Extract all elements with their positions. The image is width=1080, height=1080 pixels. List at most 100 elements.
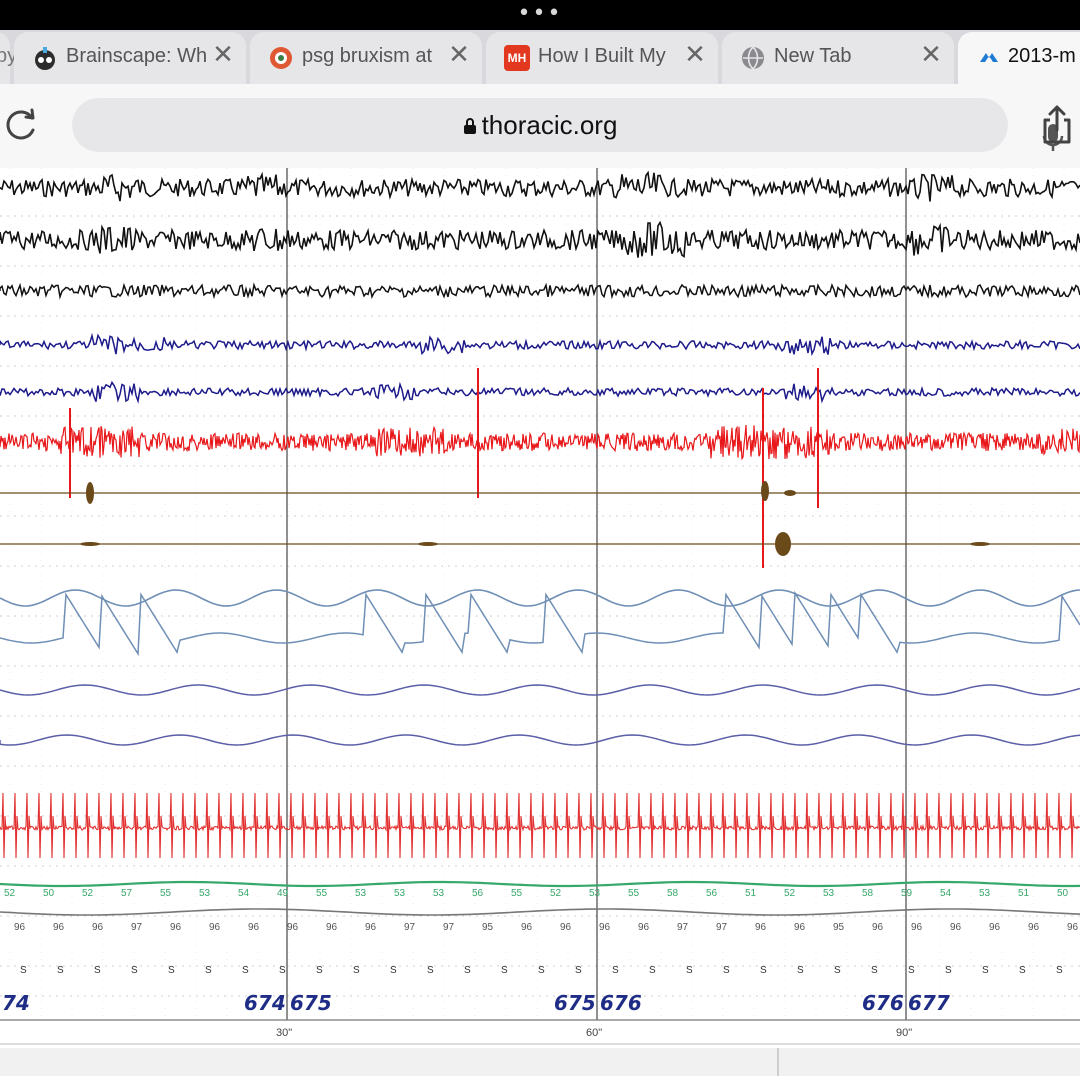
pulse-value: 96 bbox=[989, 922, 1001, 933]
position-value: S bbox=[464, 965, 471, 976]
pulse-value: 96 bbox=[911, 922, 923, 933]
pulse-value: 96 bbox=[794, 922, 806, 933]
epoch-number: 675 bbox=[554, 991, 596, 1015]
spo2-value: 52 bbox=[82, 888, 94, 899]
leg-movement-burst bbox=[775, 532, 791, 556]
epoch-numbers: 74 674 675 675 676 676 677 bbox=[2, 991, 950, 1015]
tab-2013-active[interactable]: 2013-m bbox=[958, 32, 1080, 84]
url-text: thoracic.org bbox=[481, 110, 618, 140]
spo2-value: 53 bbox=[394, 888, 406, 899]
spo2-value: 56 bbox=[472, 888, 484, 899]
eog-trace bbox=[0, 332, 1080, 357]
pulse-value: 96 bbox=[599, 922, 611, 933]
close-tab-icon[interactable]: ✕ bbox=[210, 42, 236, 68]
tab-title: Brainscape: Wh bbox=[66, 45, 206, 67]
pulse-value: 96 bbox=[14, 922, 26, 933]
spo2-value: 55 bbox=[511, 888, 523, 899]
epoch-number: 676 bbox=[600, 991, 642, 1015]
pulse-value: 96 bbox=[209, 922, 221, 933]
pulse-value: 96 bbox=[287, 922, 299, 933]
tab-brainscape[interactable]: Brainscape: Wh ✕ bbox=[14, 32, 246, 84]
horizontal-scrollbar[interactable] bbox=[0, 1048, 1080, 1076]
spo2-value: 50 bbox=[43, 888, 55, 899]
position-value: S bbox=[242, 965, 249, 976]
thoracic-effort-trace bbox=[0, 684, 1080, 696]
pulse-value: 97 bbox=[404, 922, 416, 933]
eeg-trace bbox=[0, 282, 1080, 300]
tab-how-i-built[interactable]: MH How I Built My ✕ bbox=[486, 32, 718, 84]
eeg-trace bbox=[0, 220, 1080, 258]
pulse-value: 96 bbox=[92, 922, 104, 933]
position-value: S bbox=[1019, 965, 1026, 976]
spo2-value: 49 bbox=[277, 888, 289, 899]
tab-title: psg bruxism at bbox=[302, 45, 433, 67]
globe-icon bbox=[742, 46, 764, 70]
pulse-value: 97 bbox=[716, 922, 728, 933]
spo2-value: 55 bbox=[628, 888, 640, 899]
position-value: S bbox=[131, 965, 138, 976]
spo2-value: 52 bbox=[550, 888, 562, 899]
page-content[interactable]: 52 50 52 57 55 53 54 49 55 53 53 53 56 55 52 53 55 58 56 51… bbox=[0, 168, 1080, 1080]
position-value: S bbox=[575, 965, 582, 976]
close-tab-icon[interactable]: ✕ bbox=[446, 42, 472, 68]
airflow-trace bbox=[0, 589, 1080, 607]
position-value: S bbox=[945, 965, 952, 976]
position-value: S bbox=[94, 965, 101, 976]
brainscape-icon bbox=[35, 47, 55, 70]
position-value: S bbox=[649, 965, 656, 976]
position-value: S bbox=[538, 965, 545, 976]
tab-partial-left[interactable]: py bbox=[0, 32, 17, 84]
time-mark: 60" bbox=[586, 1027, 602, 1039]
spo2-value: 55 bbox=[160, 888, 172, 899]
share-icon[interactable] bbox=[1040, 104, 1074, 146]
leg-movement-burst bbox=[970, 542, 990, 546]
position-value: S bbox=[390, 965, 397, 976]
close-tab-icon[interactable]: ✕ bbox=[682, 42, 708, 68]
pulse-value: 96 bbox=[950, 922, 962, 933]
pulse-trace bbox=[0, 908, 1080, 916]
position-value: S bbox=[57, 965, 64, 976]
tab-new-tab[interactable]: New Tab ✕ bbox=[722, 32, 954, 84]
url-display: thoracic.org bbox=[72, 110, 1008, 141]
pulse-value: 96 bbox=[248, 922, 260, 933]
window-grabber-handle[interactable]: ••• bbox=[0, 2, 1080, 26]
close-tab-icon[interactable]: ✕ bbox=[918, 42, 944, 68]
tab-strip: py Brainscape: Wh ✕ psg bruxism at ✕ MH … bbox=[0, 30, 1080, 84]
pulse-value: 96 bbox=[170, 922, 182, 933]
leg-movement-burst bbox=[761, 481, 769, 501]
leg-movement-burst bbox=[80, 542, 100, 546]
pulse-value: 96 bbox=[1067, 922, 1079, 933]
pulse-value: 96 bbox=[872, 922, 884, 933]
spo2-value: 53 bbox=[589, 888, 601, 899]
tab-title: How I Built My bbox=[538, 45, 666, 67]
epoch-number: 676 bbox=[862, 991, 904, 1015]
position-value: S bbox=[612, 965, 619, 976]
position-value: S bbox=[723, 965, 730, 976]
pulse-value: 97 bbox=[131, 922, 143, 933]
spo2-value: 54 bbox=[238, 888, 250, 899]
pulse-value: 96 bbox=[560, 922, 572, 933]
epoch-number: 675 bbox=[290, 991, 332, 1015]
position-value: S bbox=[316, 965, 323, 976]
lock-icon bbox=[463, 118, 476, 134]
mh-icon: MH bbox=[504, 45, 530, 71]
position-value: S bbox=[501, 965, 508, 976]
position-value: S bbox=[279, 965, 286, 976]
epoch-number: 74 bbox=[2, 991, 30, 1015]
abdominal-effort-trace bbox=[0, 734, 1080, 746]
eeg-trace bbox=[0, 170, 1080, 202]
spo2-value: 54 bbox=[940, 888, 952, 899]
position-value: S bbox=[205, 965, 212, 976]
address-bar[interactable]: thoracic.org bbox=[72, 98, 1064, 152]
position-value: S bbox=[1056, 965, 1063, 976]
tab-psg-bruxism[interactable]: psg bruxism at ✕ bbox=[250, 32, 482, 84]
spo2-value: 51 bbox=[745, 888, 757, 899]
pulse-value: 96 bbox=[638, 922, 650, 933]
eog-trace bbox=[0, 380, 1080, 404]
pulse-value: 96 bbox=[365, 922, 377, 933]
reload-icon[interactable] bbox=[2, 106, 40, 144]
spo2-value: 59 bbox=[901, 888, 913, 899]
spo2-value: 58 bbox=[667, 888, 679, 899]
pulse-value: 96 bbox=[1028, 922, 1040, 933]
spo2-value: 53 bbox=[199, 888, 211, 899]
